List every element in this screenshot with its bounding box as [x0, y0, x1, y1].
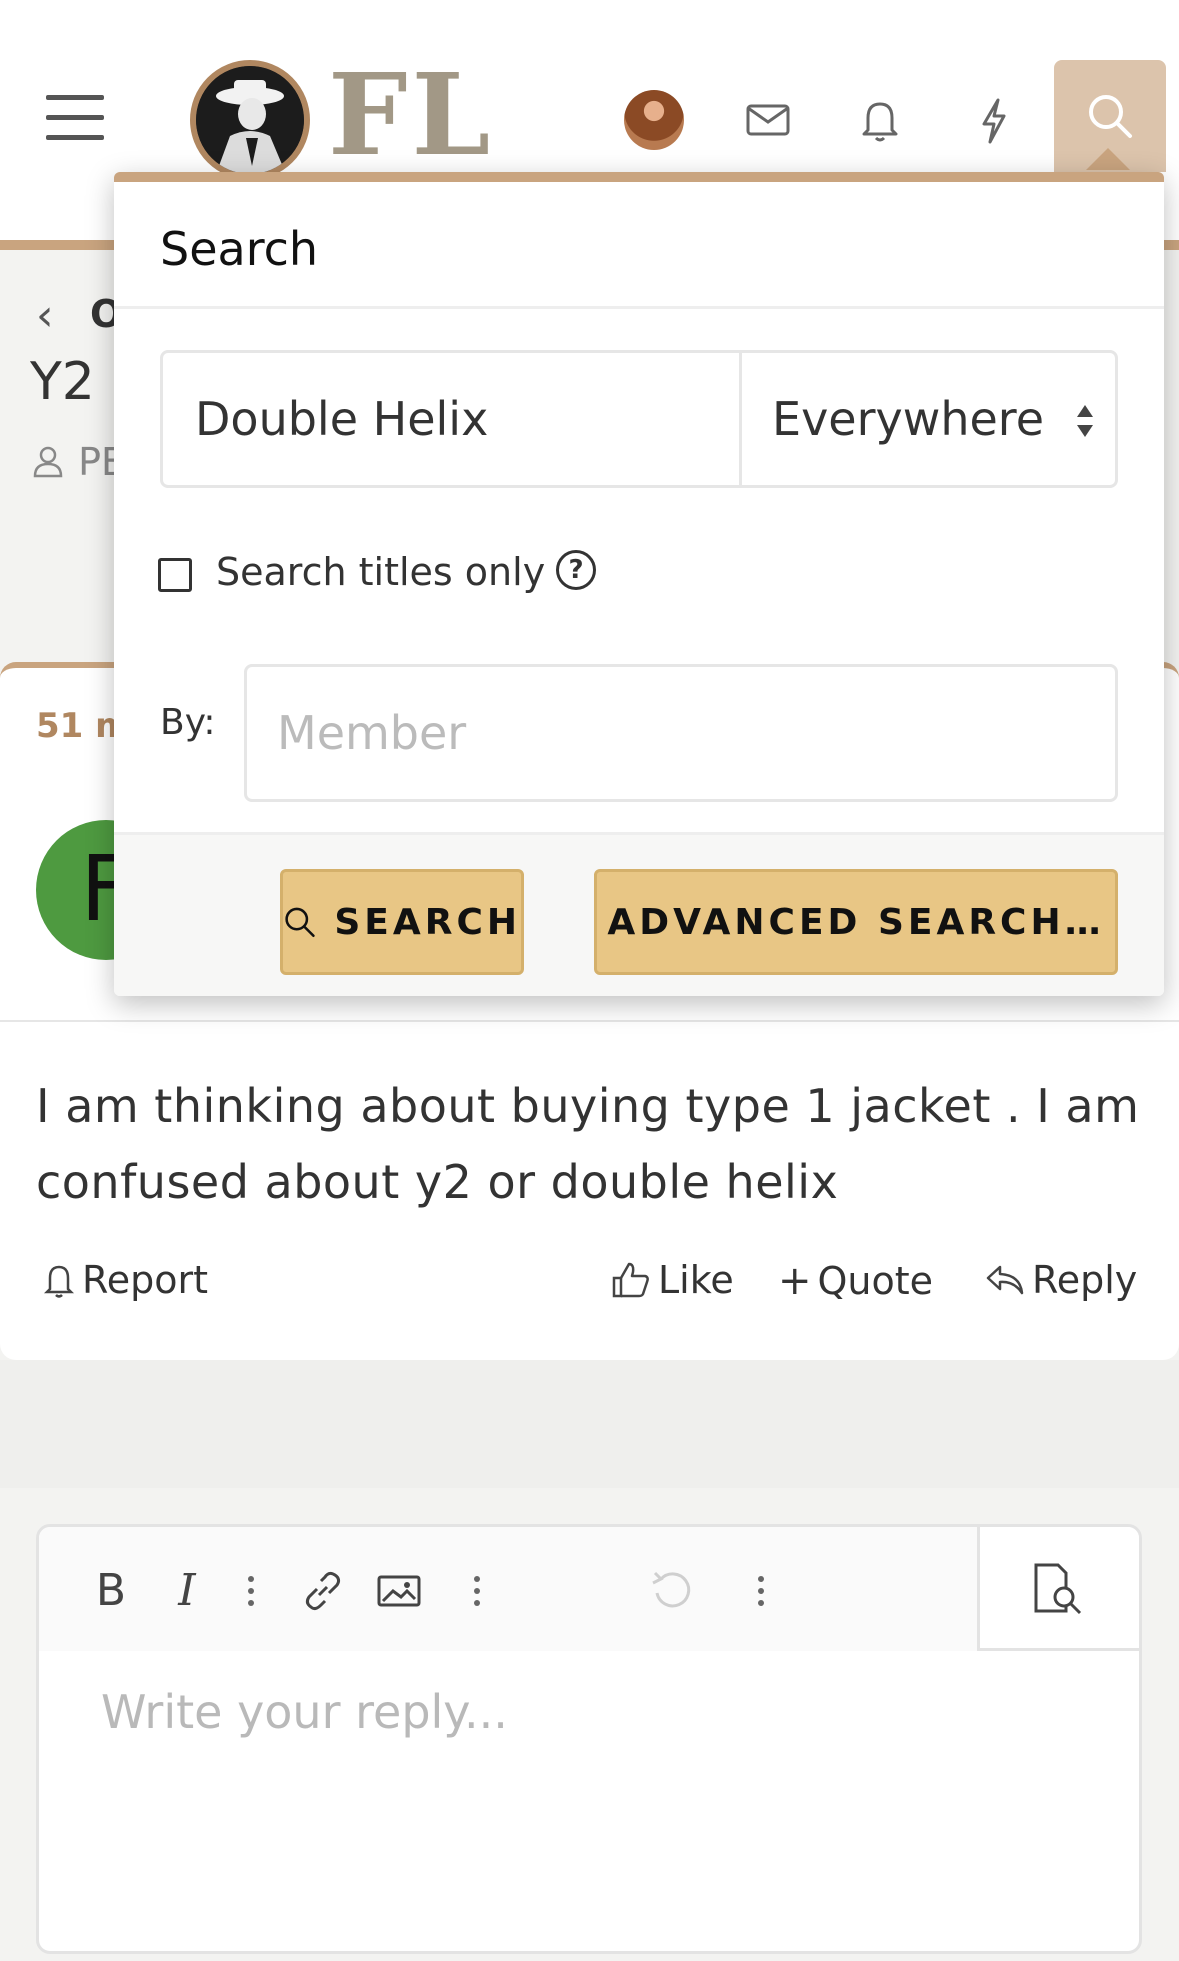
logo-text[interactable]: FL	[328, 60, 494, 172]
member-input[interactable]	[244, 664, 1118, 802]
plus-icon: +	[778, 1258, 812, 1304]
more-insert-icon[interactable]	[449, 1563, 505, 1619]
search-popup: Search Everywhere Search titles only ? B…	[114, 172, 1164, 996]
like-label: Like	[658, 1258, 734, 1302]
italic-icon[interactable]: I	[159, 1563, 215, 1619]
preview-icon	[1034, 1563, 1082, 1615]
search-input[interactable]	[163, 353, 739, 485]
search-button-label: SEARCH	[334, 901, 521, 943]
reply-editor[interactable]: B I Write your reply...	[36, 1524, 1142, 1954]
bell-icon[interactable]	[852, 92, 908, 148]
advanced-search-label: ADVANCED SEARCH…	[607, 901, 1105, 943]
popup-pointer	[1086, 148, 1130, 170]
thread-title: Y2 I	[30, 352, 127, 412]
user-avatar[interactable]	[624, 90, 684, 150]
titles-only-checkbox[interactable]	[158, 558, 192, 592]
by-label: By:	[160, 702, 216, 743]
select-arrows-icon	[1077, 405, 1093, 437]
thread-author[interactable]: PE	[30, 440, 125, 484]
bell-icon	[43, 1265, 75, 1298]
reply-icon	[986, 1265, 1024, 1295]
breadcrumb-back-icon[interactable]: ‹	[36, 290, 54, 341]
popup-footer: SEARCH ADVANCED SEARCH…	[114, 832, 1164, 996]
bold-icon[interactable]: B	[83, 1563, 139, 1619]
popup-title: Search	[160, 222, 319, 276]
more-edit-icon[interactable]	[733, 1563, 789, 1619]
advanced-search-button[interactable]: ADVANCED SEARCH…	[594, 869, 1118, 975]
reply-button[interactable]: Reply	[984, 1258, 1137, 1302]
menu-icon[interactable]	[46, 95, 104, 141]
search-query-group: Everywhere	[160, 350, 1118, 488]
scope-selected-value: Everywhere	[772, 392, 1045, 446]
preview-toggle[interactable]	[977, 1527, 1139, 1651]
search-icon	[285, 907, 315, 938]
post-divider	[0, 1020, 1179, 1022]
search-scope-select[interactable]: Everywhere	[742, 353, 1118, 485]
help-icon[interactable]: ?	[556, 550, 596, 590]
reply-label: Reply	[1032, 1258, 1138, 1302]
thumbs-up-icon	[612, 1262, 649, 1298]
popup-separator	[114, 306, 1164, 309]
lightning-icon[interactable]	[966, 92, 1022, 148]
more-options-icon[interactable]	[223, 1563, 279, 1619]
svg-text:I: I	[177, 1565, 197, 1616]
editor-toolbar: B I	[39, 1527, 1139, 1651]
section-gap	[0, 1360, 1179, 1488]
search-icon	[1089, 95, 1132, 138]
report-button[interactable]: Report	[42, 1258, 208, 1302]
like-button[interactable]: Like	[610, 1258, 734, 1302]
reply-placeholder[interactable]: Write your reply...	[101, 1685, 508, 1739]
logo-emblem[interactable]	[190, 60, 310, 180]
svg-text:B: B	[96, 1565, 126, 1616]
undo-icon[interactable]	[643, 1563, 699, 1619]
quote-label: Quote	[817, 1259, 934, 1303]
user-icon	[33, 446, 63, 478]
mail-icon[interactable]	[740, 92, 796, 148]
quote-button[interactable]: + Quote	[778, 1258, 933, 1304]
titles-only-label[interactable]: Search titles only	[216, 550, 545, 594]
search-submit-button[interactable]: SEARCH	[280, 869, 524, 975]
image-icon[interactable]	[371, 1563, 427, 1619]
post-body: I am thinking about buying type 1 jacket…	[36, 1079, 1140, 1209]
link-icon[interactable]	[295, 1563, 351, 1619]
report-label: Report	[82, 1258, 208, 1302]
